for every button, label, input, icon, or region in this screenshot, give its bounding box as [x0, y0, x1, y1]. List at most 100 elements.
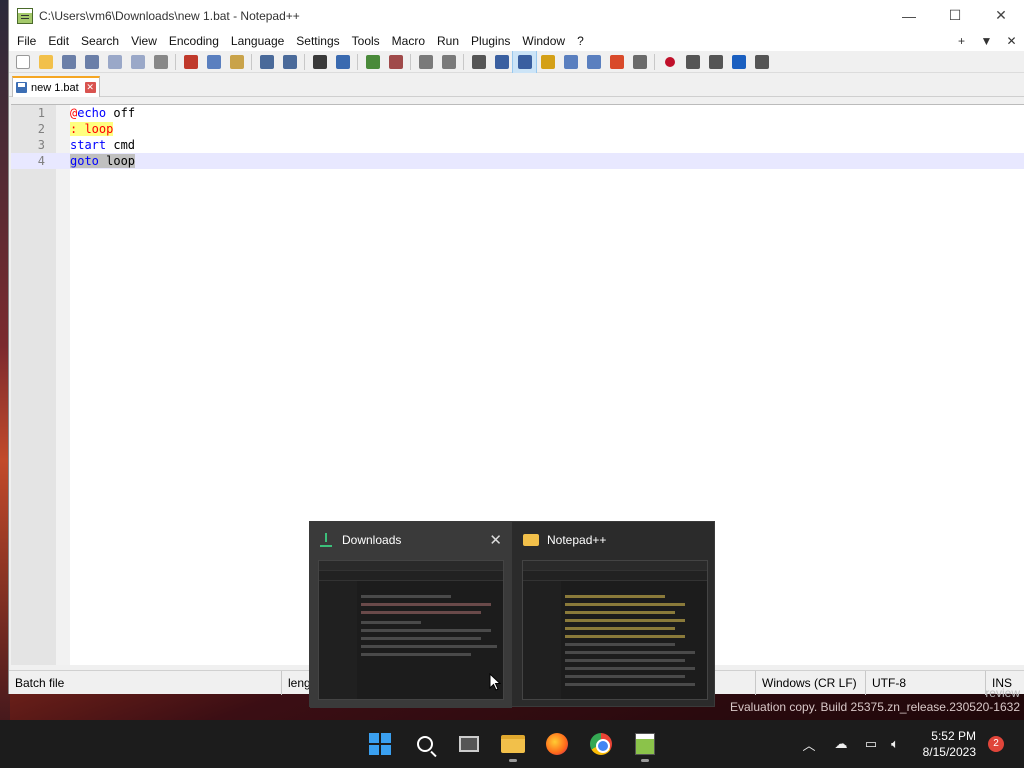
menu-tools[interactable]: Tools	[346, 31, 386, 51]
zoom-in-button[interactable]	[361, 51, 384, 73]
menu-plugins[interactable]: Plugins	[465, 31, 516, 51]
close-icon	[107, 54, 122, 69]
show-all-chars-icon	[494, 54, 509, 69]
new-tab-button[interactable]: +	[949, 31, 974, 51]
status-encoding[interactable]: UTF-8	[865, 671, 985, 695]
preview-close-icon[interactable]: ✕	[489, 531, 502, 549]
volume-icon[interactable]: 🔈︎	[884, 736, 906, 752]
code-line[interactable]: 3 start cmd	[11, 137, 1024, 153]
menu-macro[interactable]: Macro	[386, 31, 431, 51]
find-button[interactable]	[308, 51, 331, 73]
run-macro-multiple-button[interactable]	[727, 51, 750, 73]
preview-downloads[interactable]: Downloads ✕	[310, 522, 512, 708]
menu-encoding[interactable]: Encoding	[163, 31, 225, 51]
print-button[interactable]	[149, 51, 172, 73]
sync-vertical-button[interactable]	[414, 51, 437, 73]
menu-right-controls: + ▼ ✕	[949, 31, 1024, 51]
toolbar-separator	[251, 53, 252, 70]
sync-vertical-icon	[418, 54, 433, 69]
code-line[interactable]: 2: loop	[11, 121, 1024, 137]
notepadpp-taskbar-button[interactable]	[629, 728, 661, 762]
task-view-button[interactable]	[453, 728, 485, 760]
sync-horizontal-button[interactable]	[437, 51, 460, 73]
close-button[interactable]: ✕	[978, 0, 1024, 31]
code-line[interactable]: 4 goto loop	[11, 153, 1024, 169]
code-line[interactable]: 1 @echo off	[11, 105, 1024, 121]
search-button[interactable]	[409, 728, 441, 760]
fold-margin[interactable]	[56, 105, 70, 665]
paste-button[interactable]	[225, 51, 248, 73]
save-icon	[61, 54, 76, 69]
save-macro-button[interactable]	[750, 51, 773, 73]
menu-run[interactable]: Run	[431, 31, 465, 51]
clock[interactable]: 5:52 PM 8/15/2023	[923, 728, 976, 760]
save-button[interactable]	[57, 51, 80, 73]
folder-workspace-button[interactable]	[605, 51, 628, 73]
tab-list-dropdown-icon[interactable]: ▼	[974, 31, 999, 51]
mouse-cursor-icon	[489, 672, 502, 691]
menu-edit[interactable]: Edit	[42, 31, 75, 51]
replace-button[interactable]	[331, 51, 354, 73]
preview-title-downloads: Downloads	[342, 533, 402, 547]
zoom-out-button[interactable]	[384, 51, 407, 73]
close-doc-button[interactable]: ✕	[999, 31, 1024, 51]
show-all-chars-button[interactable]	[490, 51, 513, 73]
start-button[interactable]	[364, 728, 396, 760]
udl-icon	[540, 54, 555, 69]
undo-button[interactable]	[255, 51, 278, 73]
play-macro-button[interactable]	[704, 51, 727, 73]
maximize-button[interactable]: ☐	[932, 0, 978, 31]
toolbar-separator	[175, 53, 176, 70]
file-explorer-icon	[501, 735, 525, 753]
tab-close-icon[interactable]: ✕	[84, 82, 96, 93]
menu-file[interactable]: File	[11, 31, 42, 51]
close-button[interactable]	[103, 51, 126, 73]
indent-guide-button[interactable]	[512, 49, 537, 74]
code-token: cmd	[106, 138, 136, 152]
cut-icon	[183, 54, 198, 69]
open-file-button[interactable]	[34, 51, 57, 73]
new-file-button[interactable]	[11, 51, 34, 73]
menu-search[interactable]: Search	[75, 31, 125, 51]
stop-record-icon	[685, 54, 700, 69]
preview-thumbnail-downloads[interactable]	[318, 560, 504, 700]
redo-button[interactable]	[278, 51, 301, 73]
word-wrap-button[interactable]	[467, 51, 490, 73]
title-bar[interactable]: C:\Users\vm6\Downloads\new 1.bat - Notep…	[9, 0, 1024, 31]
stop-record-button[interactable]	[681, 51, 704, 73]
doc-map-button[interactable]	[559, 51, 582, 73]
menu-settings[interactable]: Settings	[290, 31, 345, 51]
menu-help[interactable]: ?	[571, 31, 590, 51]
minimize-button[interactable]: —	[886, 0, 932, 31]
preview-notepadpp[interactable]: Notepad++	[514, 522, 716, 708]
find-icon	[312, 54, 327, 69]
clock-date: 8/15/2023	[922, 745, 976, 759]
menu-view[interactable]: View	[125, 31, 163, 51]
notification-badge[interactable]: 2	[988, 736, 1004, 752]
evaluation-watermark: Evaluation copy. Build 25375.zn_release.…	[730, 700, 1020, 714]
save-all-icon	[84, 54, 99, 69]
save-all-button[interactable]	[80, 51, 103, 73]
network-icon[interactable]: ▭	[860, 736, 882, 752]
monitoring-button[interactable]	[628, 51, 651, 73]
cut-button[interactable]	[179, 51, 202, 73]
chrome-button[interactable]	[585, 728, 617, 760]
close-all-button[interactable]	[126, 51, 149, 73]
firefox-button[interactable]	[541, 728, 573, 760]
chevron-up-icon[interactable]: ︿	[798, 735, 820, 754]
notepadpp-app-icon[interactable]	[17, 7, 33, 24]
record-macro-button[interactable]	[658, 51, 681, 73]
udl-button[interactable]	[536, 51, 559, 73]
copy-button[interactable]	[202, 51, 225, 73]
function-list-button[interactable]	[582, 51, 605, 73]
task-view-icon	[459, 736, 479, 752]
onedrive-offline-icon[interactable]: ☁	[830, 736, 852, 752]
status-eol[interactable]: Windows (CR LF)	[755, 671, 865, 695]
file-explorer-button[interactable]	[497, 728, 529, 762]
tab-new-1-bat[interactable]: new 1.bat ✕	[12, 76, 100, 97]
menu-language[interactable]: Language	[225, 31, 290, 51]
menu-window[interactable]: Window	[516, 31, 571, 51]
preview-thumbnail-notepadpp[interactable]	[522, 560, 708, 700]
window-controls: — ☐ ✕	[886, 0, 1024, 31]
firefox-icon	[546, 733, 568, 755]
